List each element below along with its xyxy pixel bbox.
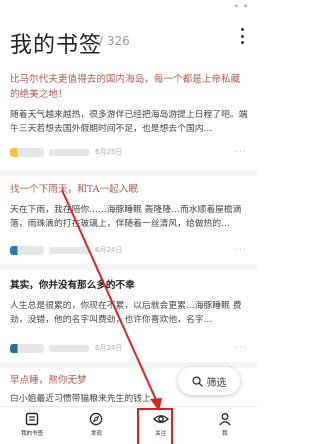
- bookmark-list: 比马尔代夫更值得去的国内海岛，每一个都是上帝私藏的绝美之地！ 随着天气越来越热，…: [0, 64, 257, 406]
- source-avatar: [10, 147, 44, 157]
- bookmark-date: 6月24日: [95, 344, 123, 352]
- tab-label: 我的书签: [21, 431, 44, 437]
- card-more-button[interactable]: ···: [234, 245, 247, 256]
- card-more-button[interactable]: ···: [234, 147, 247, 158]
- tab-label: 我: [222, 431, 228, 437]
- tab-my-bookmarks[interactable]: 我的书签: [0, 407, 64, 444]
- bookmark-headline: 比马尔代夫更值得去的国内海岛，每一个都是上帝私藏的绝美之地！: [10, 74, 241, 100]
- bookmark-excerpt: 人生总是很累的，你现在不累，以后就会更累…海豚睡眠 费劲，没错，他的名字叫费劲，…: [10, 301, 242, 325]
- compass-icon: [90, 412, 103, 426]
- bottom-tab-bar: 我的书签 发现 关注 我: [0, 406, 257, 444]
- eye-icon: [152, 415, 169, 423]
- card-divider: [0, 170, 257, 176]
- bookmark-count: / 326: [99, 34, 130, 48]
- bookmark-card[interactable]: 比马尔代夫更值得去的国内海岛，每一个都是上帝私藏的绝美之地！ 随着天气越来越热，…: [0, 72, 257, 136]
- tab-me[interactable]: 我: [193, 407, 257, 444]
- tab-label: 发现: [90, 431, 102, 437]
- bookmark-excerpt: 天在下雨，我在陪你……海豚睡眠 轰隆隆…而水顺着屋檐滴落，雨珠滴的打在玻璃上，伴…: [10, 205, 242, 229]
- filter-label: 筛选: [206, 377, 227, 389]
- source-name: [49, 148, 89, 156]
- bookmark-card[interactable]: 找一个下雨天，和TA一起入眠 天在下雨，我在陪你……海豚睡眠 轰隆隆…而水顺着屋…: [0, 182, 257, 231]
- more-menu-icon[interactable]: [237, 28, 247, 44]
- bookmark-headline: 其实，你并没有那么多的不幸: [10, 280, 135, 291]
- tab-discover[interactable]: 发现: [64, 407, 128, 444]
- bookmark-meta: 6月24日 ···: [10, 342, 247, 354]
- source-avatar: [10, 245, 44, 255]
- source-name: [49, 246, 89, 254]
- bookmark-headline: 找一个下雨天，和TA一起入眠: [10, 184, 138, 195]
- source-avatar: [10, 343, 44, 353]
- book-icon: [25, 412, 39, 426]
- bookmark-excerpt: 随着天气越来越热，很多游伴已经把海岛游提上日程了吧。端午三天若想去国外假期时间不…: [10, 110, 248, 134]
- bookmark-date: 6月25日: [95, 148, 123, 156]
- filter-button[interactable]: 筛选: [178, 367, 240, 395]
- tab-following[interactable]: 关注: [129, 407, 193, 444]
- bookmark-date: 6月24日: [95, 246, 123, 254]
- user-icon: [219, 413, 231, 426]
- bookmark-meta: 6月25日 ···: [10, 146, 247, 158]
- card-more-button[interactable]: ···: [234, 343, 247, 354]
- tab-label: 关注: [155, 431, 167, 437]
- card-divider: [0, 264, 257, 270]
- page-header: 我的书签 / 326: [0, 0, 257, 74]
- search-icon: [191, 375, 203, 387]
- bookmark-meta: 6月24日 ···: [10, 244, 247, 256]
- page-title: 我的书签: [10, 33, 103, 58]
- source-name: [49, 344, 89, 352]
- bookmark-card[interactable]: 其实，你并没有那么多的不幸 人生总是很累的，你现在不累，以后就会更累…海豚睡眠 …: [0, 278, 257, 327]
